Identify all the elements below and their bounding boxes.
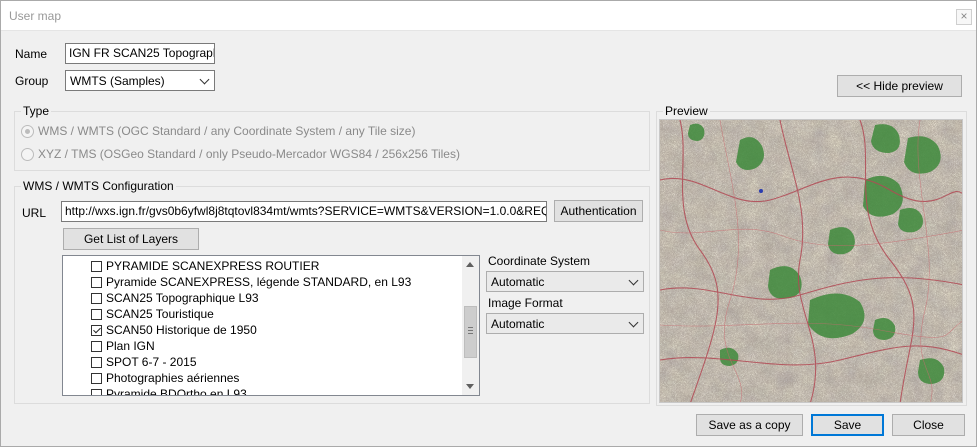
group-select[interactable]: WMTS (Samples) bbox=[65, 70, 215, 91]
scroll-up-arrow-icon[interactable] bbox=[466, 262, 474, 267]
scroll-down-arrow-icon[interactable] bbox=[466, 384, 474, 389]
list-item-label: SCAN25 Touristique bbox=[106, 307, 214, 321]
radio-wms-wmts[interactable]: WMS / WMTS (OGC Standard / any Coordinat… bbox=[21, 124, 415, 138]
list-item[interactable]: Photographies aériennes bbox=[91, 370, 239, 386]
save-as-copy-button[interactable]: Save as a copy bbox=[696, 414, 803, 436]
close-button[interactable]: Close bbox=[892, 414, 965, 436]
checkbox-icon[interactable] bbox=[91, 308, 102, 320]
list-item[interactable]: SCAN50 Historique de 1950 bbox=[91, 322, 257, 338]
coordinate-system-label: Coordinate System bbox=[488, 254, 591, 268]
checkbox-icon[interactable] bbox=[91, 372, 102, 384]
list-item[interactable]: PYRAMIDE SCANEXPRESS ROUTIER bbox=[91, 258, 319, 274]
close-icon[interactable]: × bbox=[956, 9, 972, 25]
list-item-label: Pyramide BDOrtho en L93 bbox=[106, 387, 247, 396]
url-label: URL bbox=[22, 206, 47, 220]
hide-preview-button[interactable]: << Hide preview bbox=[837, 75, 962, 97]
radio-wms-wmts-label: WMS / WMTS (OGC Standard / any Coordinat… bbox=[38, 124, 416, 138]
checkbox-icon[interactable] bbox=[91, 292, 102, 304]
grip-line bbox=[468, 333, 473, 334]
list-item[interactable]: Pyramide BDOrtho en L93 bbox=[91, 386, 247, 396]
chevron-down-icon bbox=[628, 275, 639, 286]
grip-line bbox=[468, 330, 473, 331]
coordinate-system-select[interactable]: Automatic bbox=[486, 271, 644, 292]
checkbox-icon[interactable] bbox=[91, 356, 102, 368]
list-item-label: Plan IGN bbox=[106, 339, 155, 353]
url-input[interactable]: http://wxs.ign.fr/gvs0b6yfwl8j8tqtovl834… bbox=[61, 201, 547, 222]
radio-xyz-tms[interactable]: XYZ / TMS (OSGeo Standard / only Pseudo-… bbox=[21, 147, 460, 161]
list-item[interactable]: SCAN25 Touristique bbox=[91, 306, 214, 322]
checkbox-checked-icon[interactable] bbox=[91, 324, 102, 336]
type-group: Type bbox=[14, 104, 650, 171]
type-group-legend: Type bbox=[21, 104, 52, 118]
preview-legend: Preview bbox=[663, 104, 710, 118]
user-map-dialog: User map × Name IGN FR SCAN25 Topographi… bbox=[0, 0, 977, 447]
radio-button-icon bbox=[21, 124, 34, 138]
checkbox-icon[interactable] bbox=[91, 260, 102, 272]
get-list-of-layers-button[interactable]: Get List of Layers bbox=[63, 228, 199, 250]
save-button[interactable]: Save bbox=[811, 414, 884, 436]
authentication-button[interactable]: Authentication bbox=[554, 200, 643, 222]
group-select-value: WMTS (Samples) bbox=[70, 74, 165, 88]
list-item-label: Photographies aériennes bbox=[106, 371, 240, 385]
coordinate-system-value: Automatic bbox=[491, 275, 545, 289]
wms-config-legend: WMS / WMTS Configuration bbox=[21, 179, 176, 193]
layers-list[interactable]: PYRAMIDE SCANEXPRESS ROUTIER Pyramide SC… bbox=[62, 255, 480, 396]
list-item[interactable]: Plan IGN bbox=[91, 338, 155, 354]
radio-button-icon bbox=[21, 147, 34, 161]
checkbox-icon[interactable] bbox=[91, 276, 102, 288]
list-item[interactable]: SPOT 6-7 - 2015 bbox=[91, 354, 197, 370]
list-item[interactable]: Pyramide SCANEXPRESS, légende STANDARD, … bbox=[91, 274, 411, 290]
chevron-down-icon bbox=[199, 74, 210, 85]
list-item-label: Pyramide SCANEXPRESS, légende STANDARD, … bbox=[106, 275, 412, 289]
list-item-label: SPOT 6-7 - 2015 bbox=[106, 355, 197, 369]
chevron-down-icon bbox=[628, 317, 639, 328]
image-format-value: Automatic bbox=[491, 317, 545, 331]
title-bar: User map × bbox=[1, 1, 976, 31]
group-label: Group bbox=[15, 74, 49, 88]
image-format-select[interactable]: Automatic bbox=[486, 313, 644, 334]
checkbox-icon[interactable] bbox=[91, 388, 102, 395]
checkbox-icon[interactable] bbox=[91, 340, 102, 352]
radio-xyz-tms-label: XYZ / TMS (OSGeo Standard / only Pseudo-… bbox=[38, 147, 460, 161]
name-label: Name bbox=[15, 47, 48, 61]
scrollbar-thumb[interactable] bbox=[464, 306, 477, 358]
list-item-label: SCAN50 Historique de 1950 bbox=[106, 323, 257, 337]
grip-line bbox=[468, 327, 473, 328]
map-preview-image bbox=[659, 119, 963, 403]
topographic-map-preview bbox=[660, 120, 962, 402]
window-title: User map bbox=[9, 9, 62, 23]
name-input[interactable]: IGN FR SCAN25 Topographique bbox=[65, 43, 215, 64]
layers-scrollbar[interactable] bbox=[462, 256, 479, 395]
list-item[interactable]: SCAN25 Topographique L93 bbox=[91, 290, 259, 306]
list-item-label: PYRAMIDE SCANEXPRESS ROUTIER bbox=[106, 259, 320, 273]
list-item-label: SCAN25 Topographique L93 bbox=[106, 291, 259, 305]
image-format-label: Image Format bbox=[488, 296, 563, 310]
